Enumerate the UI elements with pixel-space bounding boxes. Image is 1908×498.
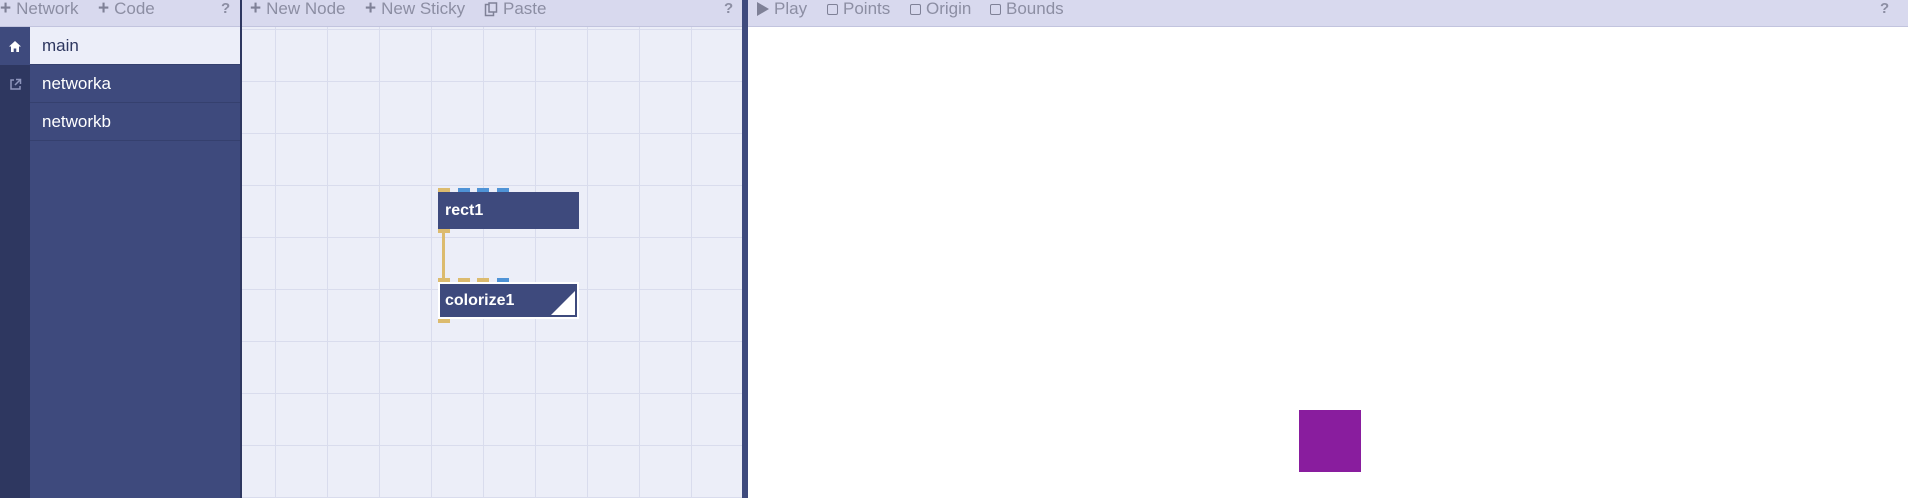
editor-help-button[interactable]: ? (724, 0, 733, 18)
add-network-label: Network (16, 0, 79, 18)
play-button[interactable]: Play (757, 0, 807, 18)
origin-label: Origin (926, 0, 972, 18)
network-list: main networka networkb (30, 27, 241, 498)
output-port[interactable] (438, 319, 450, 323)
node-label: rect1 (445, 202, 484, 219)
new-sticky-label: New Sticky (381, 0, 466, 18)
home-icon[interactable] (0, 27, 30, 65)
points-toggle[interactable]: Points (827, 0, 890, 18)
points-label: Points (843, 0, 891, 18)
paste-label: Paste (503, 0, 547, 18)
paste-icon (484, 1, 498, 16)
paste-button[interactable]: Paste (484, 0, 546, 18)
checkbox-icon[interactable] (990, 3, 1001, 15)
play-icon (757, 2, 769, 16)
viewer-canvas[interactable] (748, 28, 1908, 498)
rendered-shape (1299, 410, 1361, 472)
origin-toggle[interactable]: Origin (910, 0, 971, 18)
plus-icon: + (0, 0, 12, 19)
external-link-icon[interactable] (0, 65, 30, 103)
checkbox-icon[interactable] (910, 3, 921, 15)
play-label: Play (774, 0, 808, 18)
network-item-networkb[interactable]: networkb (30, 103, 241, 141)
network-editor-canvas[interactable]: rect1 colorize1 (242, 27, 742, 498)
connection-wire[interactable] (442, 233, 445, 282)
new-sticky-button[interactable]: + New Sticky (365, 0, 465, 18)
add-code-label: Code (114, 0, 155, 18)
add-network-button[interactable]: + Network (0, 0, 78, 18)
node-rect1[interactable]: rect1 (438, 192, 579, 229)
plus-icon: + (250, 0, 262, 19)
viewer-toolbar: Play Points Origin Bounds ? (748, 0, 1908, 27)
add-code-button[interactable]: + Code (98, 0, 155, 18)
new-node-label: New Node (266, 0, 346, 18)
network-toolbar: + Network + Code ? (0, 0, 240, 27)
bounds-label: Bounds (1006, 0, 1064, 18)
bounds-toggle[interactable]: Bounds (990, 0, 1064, 18)
node-label: colorize1 (445, 292, 515, 309)
network-help-button[interactable]: ? (221, 0, 230, 18)
network-item-label: main (42, 36, 79, 55)
network-item-label: networka (42, 74, 111, 93)
rendered-flag-icon[interactable] (551, 291, 575, 315)
checkbox-icon[interactable] (827, 3, 838, 15)
plus-icon: + (98, 0, 110, 19)
editor-toolbar: + New Node + New Sticky Paste ? (242, 0, 742, 27)
network-item-main[interactable]: main (30, 27, 241, 65)
network-item-networka[interactable]: networka (30, 65, 241, 103)
viewer-help-button[interactable]: ? (1880, 0, 1889, 18)
plus-icon: + (365, 0, 377, 19)
node-colorize1[interactable]: colorize1 (438, 282, 579, 319)
new-node-button[interactable]: + New Node (250, 0, 345, 18)
network-item-label: networkb (42, 112, 111, 131)
side-icon-bar (0, 27, 30, 498)
